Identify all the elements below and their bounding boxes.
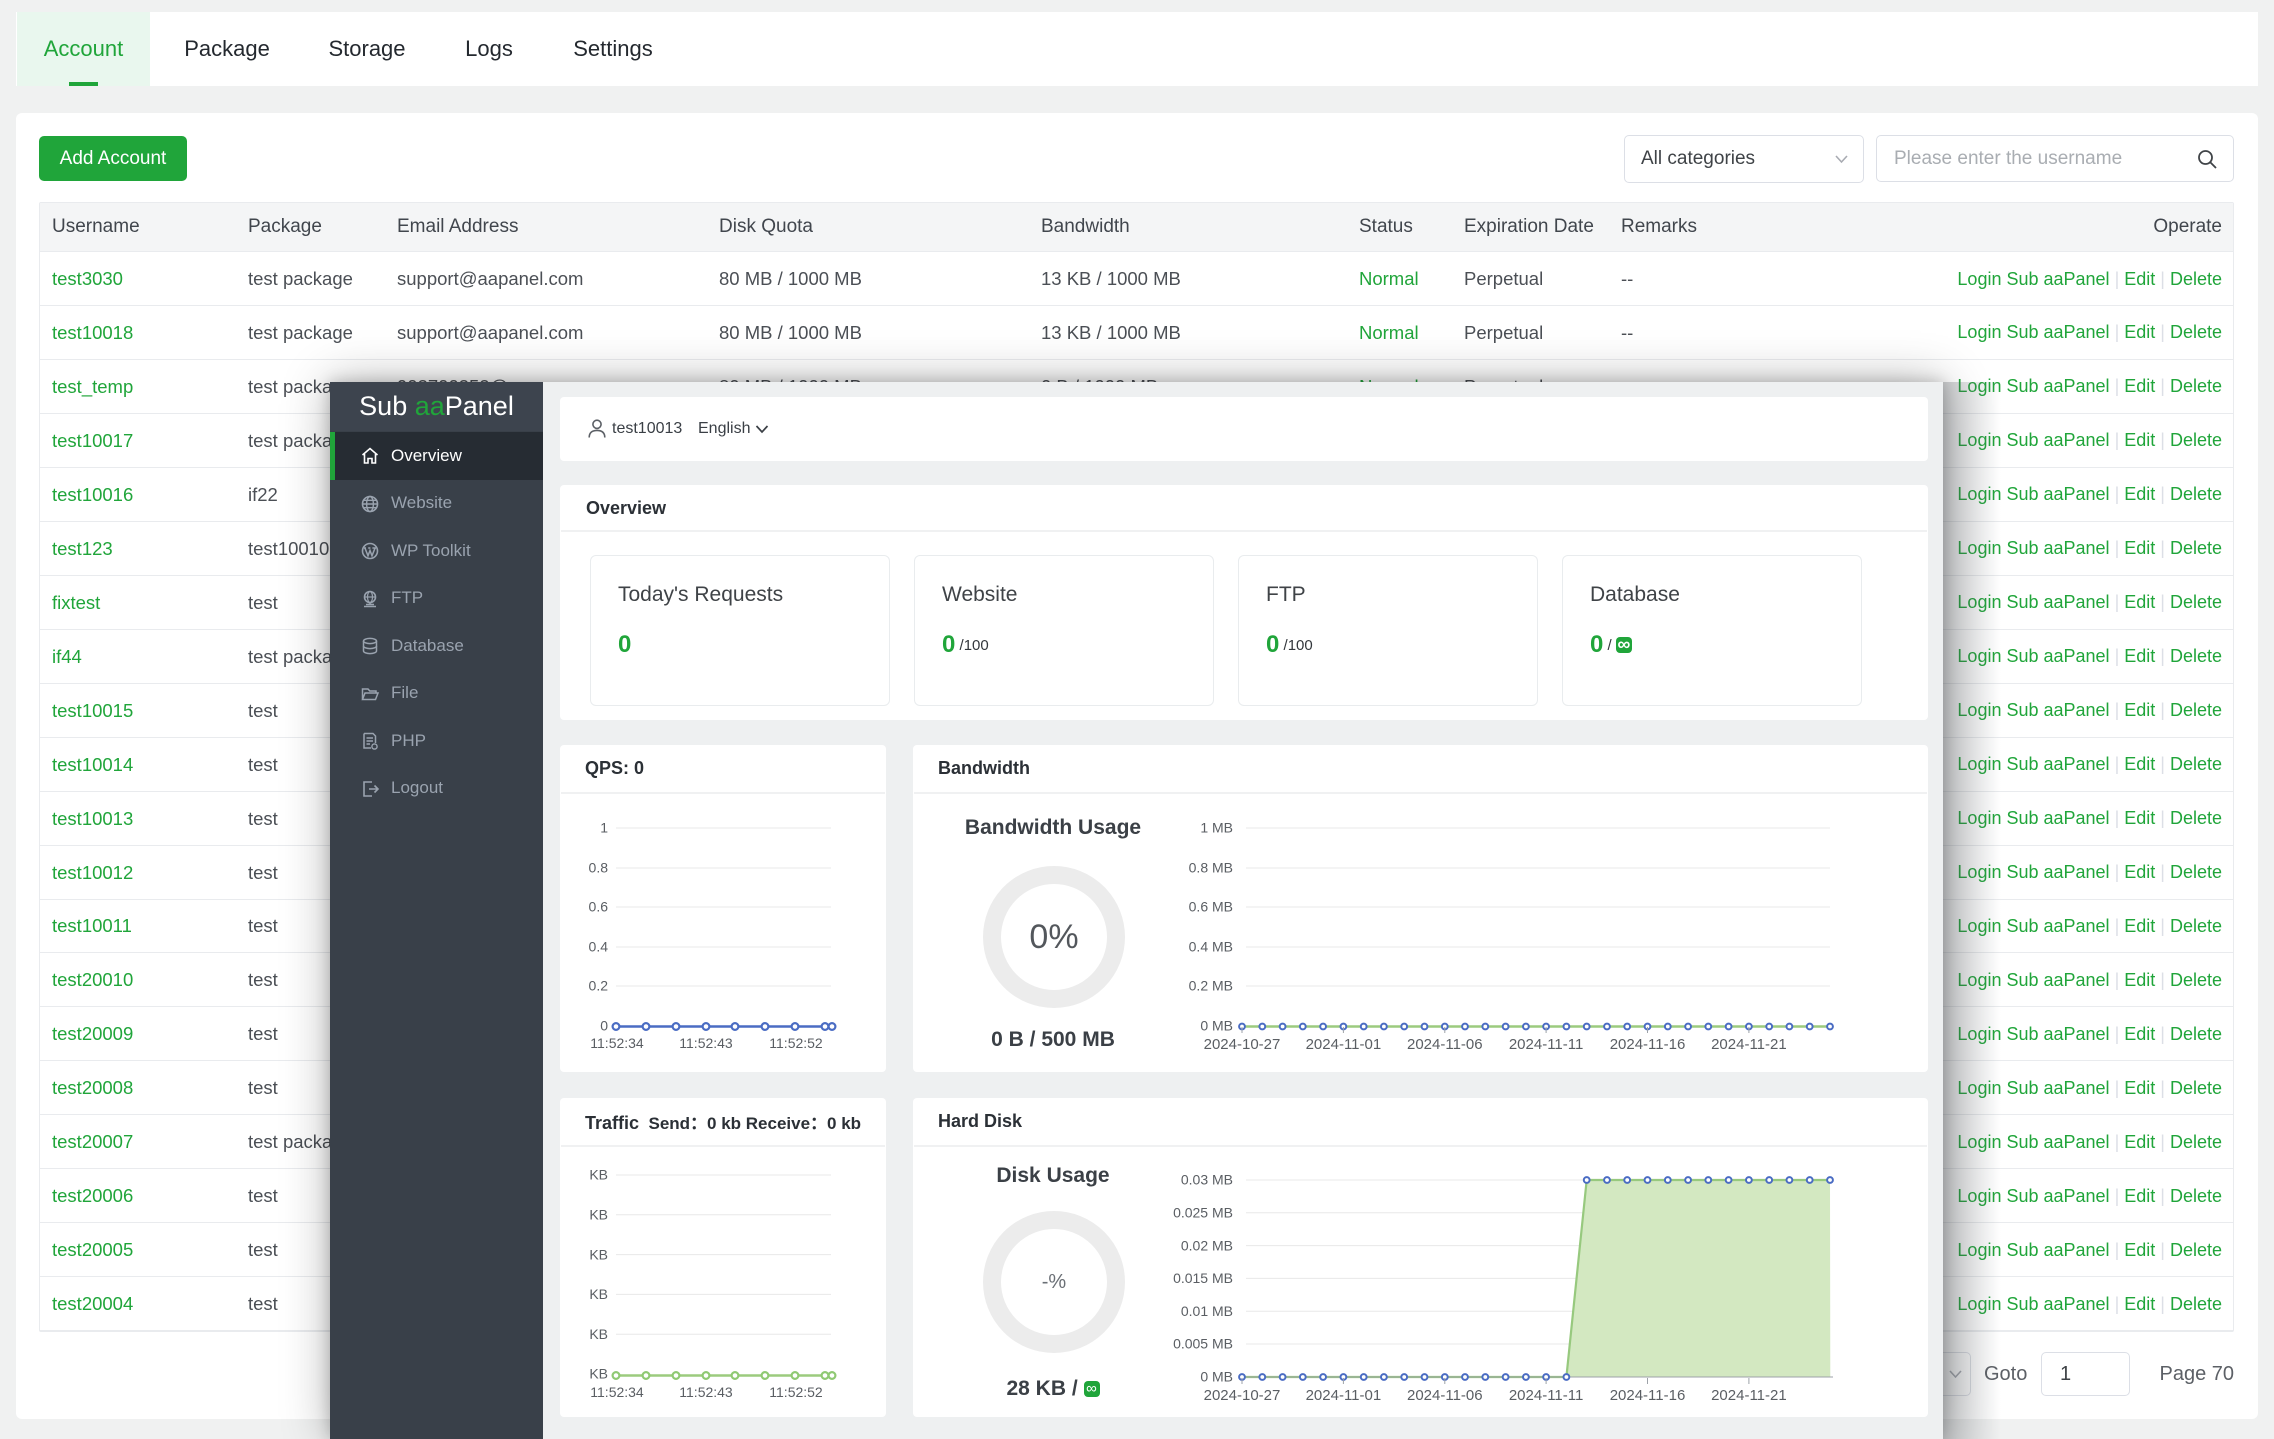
svg-text:2024-10-27: 2024-10-27 (1204, 1036, 1281, 1053)
svg-text:KB: KB (589, 1286, 608, 1302)
svg-text:11:52:43: 11:52:43 (679, 1384, 733, 1400)
svg-text:2024-11-01: 2024-11-01 (1306, 1387, 1382, 1404)
svg-text:11:52:52: 11:52:52 (769, 1384, 823, 1400)
svg-text:2024-11-11: 2024-11-11 (1509, 1387, 1584, 1404)
svg-text:2024-11-21: 2024-11-21 (1711, 1387, 1787, 1404)
svg-text:KB: KB (589, 1207, 608, 1223)
svg-text:0.6 MB: 0.6 MB (1189, 899, 1233, 915)
svg-text:2024-11-06: 2024-11-06 (1407, 1387, 1483, 1404)
svg-text:KB: KB (589, 1246, 608, 1262)
svg-text:0.6: 0.6 (589, 899, 609, 915)
svg-text:2024-11-16: 2024-11-16 (1610, 1036, 1686, 1053)
svg-text:0.01 MB: 0.01 MB (1181, 1303, 1233, 1319)
svg-text:0.8: 0.8 (589, 860, 609, 876)
svg-text:0.2: 0.2 (589, 978, 609, 994)
svg-text:0: 0 (600, 1018, 608, 1034)
svg-text:2024-11-11: 2024-11-11 (1509, 1036, 1584, 1053)
svg-text:1 MB: 1 MB (1200, 820, 1233, 836)
svg-text:2024-11-21: 2024-11-21 (1711, 1036, 1787, 1053)
svg-text:0.4: 0.4 (589, 939, 609, 955)
svg-text:KB: KB (589, 1167, 608, 1183)
svg-text:11:52:43: 11:52:43 (679, 1035, 733, 1051)
svg-text:0.8 MB: 0.8 MB (1189, 860, 1233, 876)
svg-text:11:52:34: 11:52:34 (590, 1035, 644, 1051)
svg-text:KB: KB (589, 1366, 608, 1382)
svg-text:2024-11-01: 2024-11-01 (1306, 1036, 1382, 1053)
svg-text:0.02 MB: 0.02 MB (1181, 1237, 1233, 1253)
svg-text:11:52:52: 11:52:52 (769, 1035, 823, 1051)
svg-text:0.025 MB: 0.025 MB (1173, 1205, 1233, 1221)
svg-text:0.005 MB: 0.005 MB (1173, 1336, 1233, 1352)
svg-text:2024-11-06: 2024-11-06 (1407, 1036, 1483, 1053)
svg-text:2024-11-16: 2024-11-16 (1610, 1387, 1686, 1404)
svg-text:0.03 MB: 0.03 MB (1181, 1172, 1233, 1188)
svg-text:0 MB: 0 MB (1200, 1369, 1233, 1385)
svg-text:0.2 MB: 0.2 MB (1189, 978, 1233, 994)
svg-text:KB: KB (589, 1326, 608, 1342)
svg-text:0.4 MB: 0.4 MB (1189, 939, 1233, 955)
svg-text:2024-10-27: 2024-10-27 (1204, 1387, 1281, 1404)
svg-text:0 MB: 0 MB (1200, 1018, 1233, 1034)
svg-text:11:52:34: 11:52:34 (590, 1384, 644, 1400)
svg-text:1: 1 (600, 820, 608, 836)
svg-text:0.015 MB: 0.015 MB (1173, 1270, 1233, 1286)
